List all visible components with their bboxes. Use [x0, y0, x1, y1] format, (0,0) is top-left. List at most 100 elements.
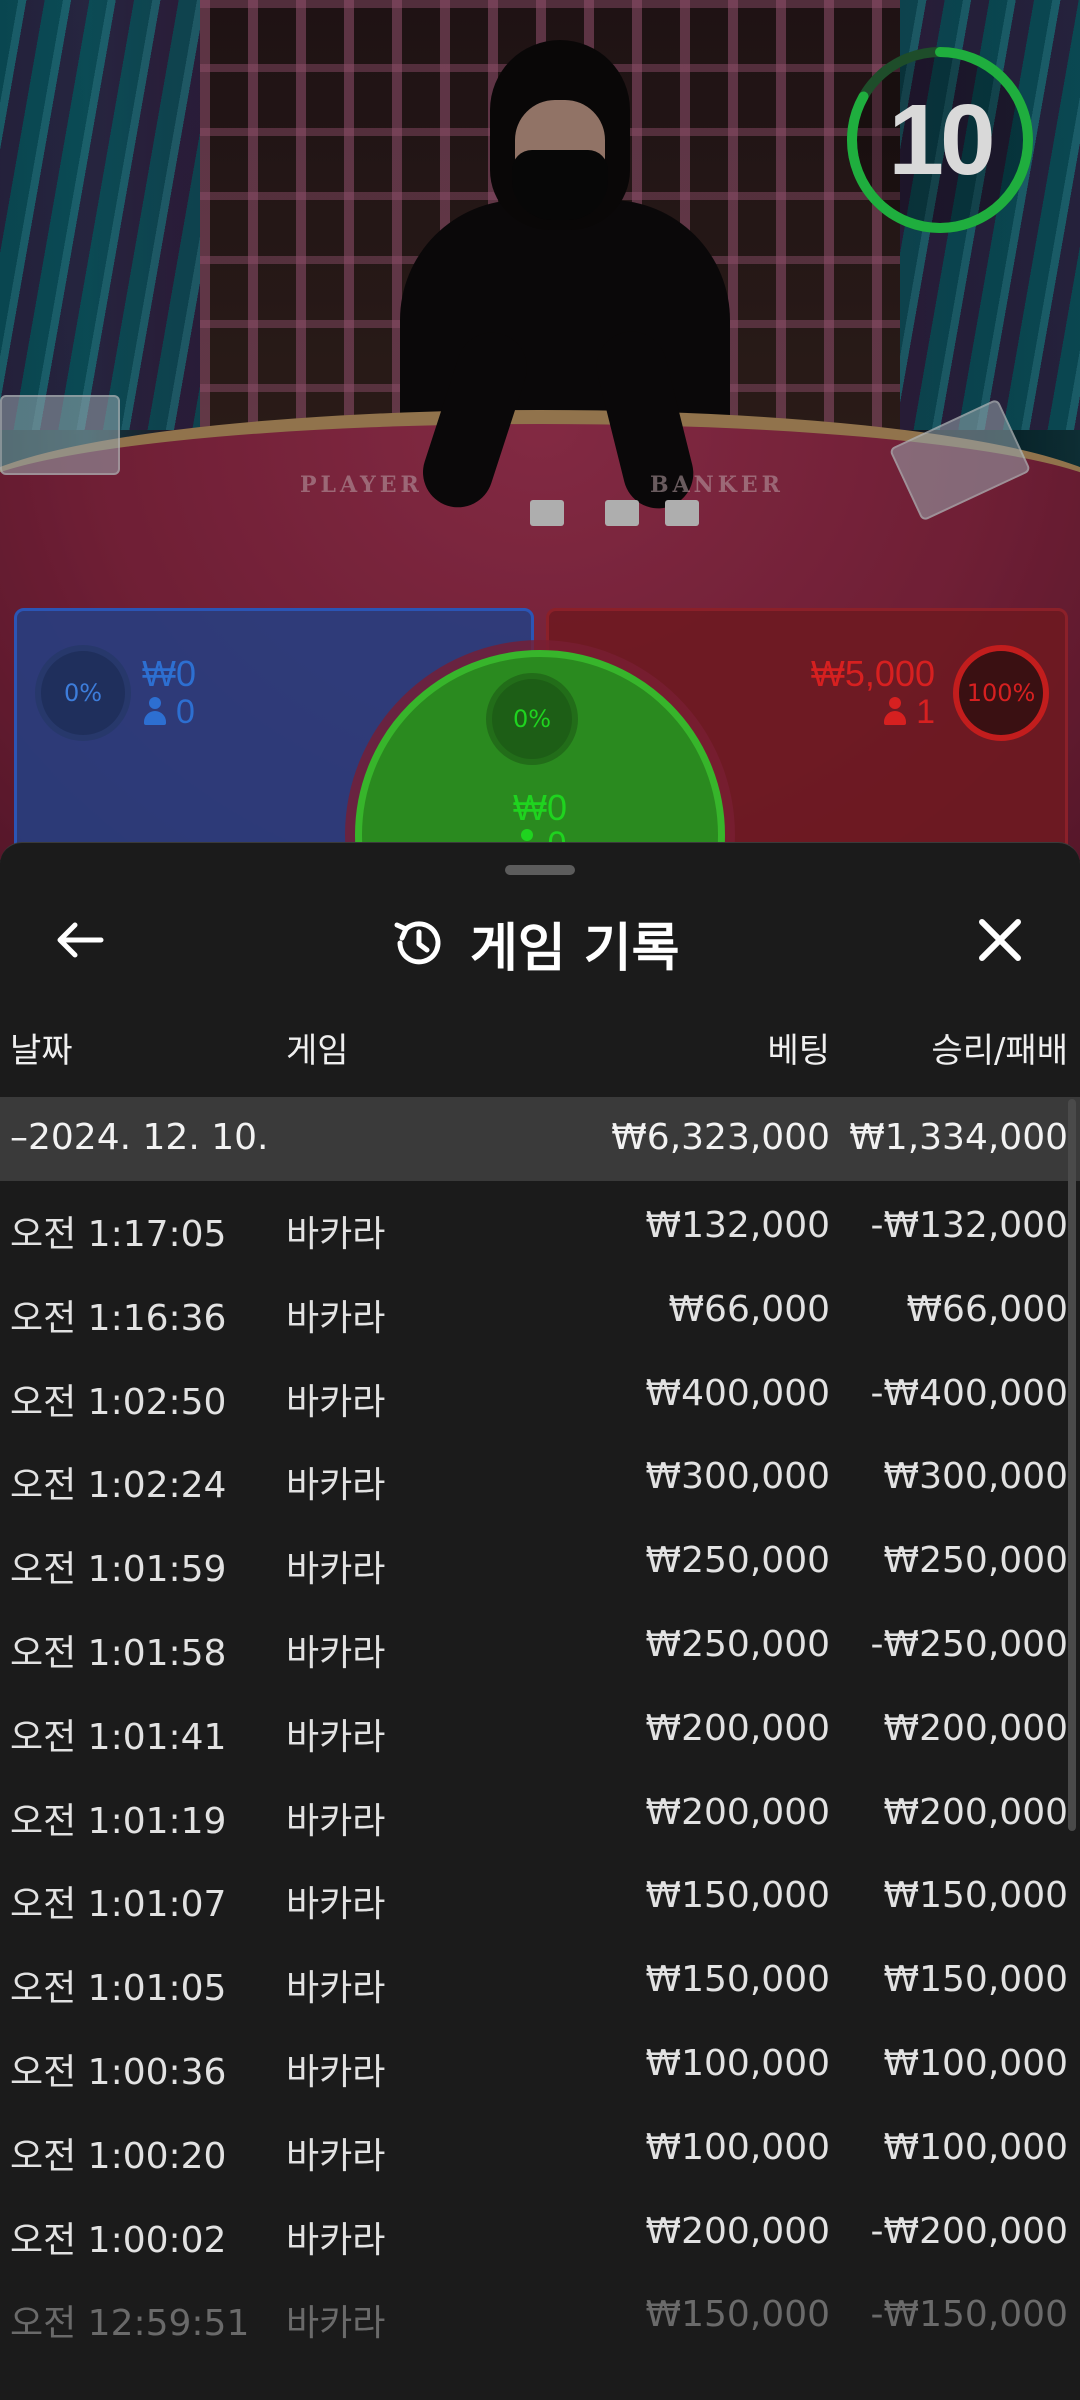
close-button[interactable]	[960, 905, 1040, 975]
row-winloss: ₩250,000	[883, 1540, 1068, 1582]
sheet-title: 게임 기록	[470, 918, 680, 979]
row-game: 바카라	[286, 2135, 386, 2177]
row-time: 오전 1:01:07	[10, 1884, 227, 1926]
row-time: 오전 1:00:02	[10, 2219, 227, 2261]
close-x-icon	[979, 919, 1021, 961]
history-row[interactable]: 오전 1:01:58 바카라 ₩250,000 -₩250,000	[0, 1600, 1080, 1684]
person-icon	[882, 697, 908, 727]
row-time: 오전 1:00:20	[10, 2135, 227, 2177]
player-bet-amount: ₩0	[142, 653, 196, 694]
history-row[interactable]: 오전 1:01:59 바카라 ₩250,000 ₩250,000	[0, 1516, 1080, 1600]
history-row[interactable]: 오전 1:01:07 바카라 ₩150,000 ₩150,000	[0, 1851, 1080, 1935]
row-time: 오전 12:59:51	[10, 2303, 250, 2345]
row-winloss: ₩66,000	[906, 1288, 1068, 1330]
row-game: 바카라	[286, 1465, 386, 1507]
row-winloss: -₩400,000	[870, 1372, 1068, 1414]
row-game: 바카라	[286, 1716, 386, 1758]
history-row[interactable]: 오전 1:16:36 바카라 ₩66,000 ₩66,000	[0, 1265, 1080, 1349]
history-row[interactable]: 오전 1:17:05 바카라 ₩132,000 -₩132,000	[0, 1181, 1080, 1265]
tie-percent-ring: 0%	[486, 673, 578, 765]
player-percent-ring: 0%	[35, 645, 131, 741]
row-winloss: ₩200,000	[883, 1791, 1068, 1833]
banker-percent: 100%	[966, 679, 1036, 707]
column-header-date: 날짜	[10, 1031, 73, 1071]
row-game: 바카라	[286, 1632, 386, 1674]
row-bet: ₩100,000	[645, 2042, 830, 2084]
back-button[interactable]	[40, 905, 120, 975]
table-header: 날짜 게임 베팅 승리/패배	[0, 1023, 1080, 1073]
column-header-game: 게임	[286, 1031, 349, 1071]
tie-percent: 0%	[512, 705, 552, 733]
column-header-winloss: 승리/패배	[931, 1031, 1068, 1071]
person-icon	[142, 697, 168, 727]
history-row[interactable]: 오전 1:01:05 바카라 ₩150,000 ₩150,000	[0, 1935, 1080, 2019]
history-list: 오전 1:17:05 바카라 ₩132,000 -₩132,000 오전 1:16:3…	[0, 1181, 1080, 2354]
history-row[interactable]: 오전 1:01:41 바카라 ₩200,000 ₩200,000	[0, 1684, 1080, 1768]
banker-count-value: 1	[916, 693, 935, 731]
row-winloss: ₩200,000	[883, 1707, 1068, 1749]
row-time: 오전 1:16:36	[10, 1297, 227, 1339]
countdown-timer: 10	[842, 42, 1038, 238]
game-history-sheet: 게임 기록 날짜 게임 베팅 승리/패배 –2024. 12. 10. ₩6,3…	[0, 842, 1080, 2400]
tie-bet-amount: ₩0	[513, 787, 567, 828]
history-row[interactable]: 오전 12:59:51 바카라 ₩150,000 -₩150,000	[0, 2270, 1080, 2354]
row-game: 바카라	[286, 1381, 386, 1423]
banker-bet-amount: ₩5,000	[810, 653, 935, 694]
history-row[interactable]: 오전 1:02:24 바카라 ₩300,000 ₩300,000	[0, 1432, 1080, 1516]
history-clock-icon	[394, 921, 441, 965]
row-bet: ₩250,000	[645, 1540, 830, 1582]
row-winloss: ₩100,000	[883, 2126, 1068, 2168]
row-game: 바카라	[286, 1549, 386, 1591]
player-bettor-count: 0	[142, 693, 195, 732]
sheet-title-group: 게임 기록	[390, 913, 679, 979]
history-row[interactable]: 오전 1:00:20 바카라 ₩100,000 ₩100,000	[0, 2103, 1080, 2187]
row-bet: ₩100,000	[645, 2126, 830, 2168]
row-time: 오전 1:17:05	[10, 1214, 227, 1255]
row-time: 오전 1:00:36	[10, 2051, 227, 2093]
date-group-row[interactable]: –2024. 12. 10. ₩6,323,000 ₩1,334,000	[0, 1097, 1080, 1181]
row-game: 바카라	[286, 1968, 386, 2010]
player-percent: 0%	[63, 679, 103, 707]
row-time: 오전 1:02:24	[10, 1465, 227, 1507]
history-row[interactable]: 오전 1:01:19 바카라 ₩200,000 ₩200,000	[0, 1768, 1080, 1852]
row-winloss: ₩100,000	[883, 2042, 1068, 2084]
row-winloss: ₩150,000	[883, 1959, 1068, 2001]
row-time: 오전 1:01:19	[10, 1800, 227, 1842]
group-total-winloss: ₩1,334,000	[849, 1117, 1068, 1158]
row-bet: ₩66,000	[668, 1288, 830, 1330]
row-game: 바카라	[286, 2303, 386, 2345]
row-bet: ₩150,000	[645, 2294, 830, 2336]
banker-percent-ring: 100%	[953, 645, 1049, 741]
row-bet: ₩300,000	[645, 1456, 830, 1498]
history-scrollbar[interactable]	[1068, 1099, 1076, 1831]
row-winloss: -₩200,000	[870, 2210, 1068, 2252]
column-header-bet: 베팅	[767, 1031, 830, 1071]
row-game: 바카라	[286, 1297, 386, 1339]
player-count-value: 0	[176, 693, 195, 731]
row-time: 오전 1:02:50	[10, 1381, 227, 1423]
row-time: 오전 1:01:05	[10, 1968, 227, 2010]
history-row[interactable]: 오전 1:02:50 바카라 ₩400,000 -₩400,000	[0, 1349, 1080, 1433]
arrow-left-icon	[57, 922, 104, 958]
row-winloss: -₩150,000	[870, 2294, 1068, 2336]
sheet-drag-handle[interactable]	[505, 865, 575, 875]
row-game: 바카라	[286, 2051, 386, 2093]
row-bet: ₩132,000	[645, 1205, 830, 1246]
group-total-bet: ₩6,323,000	[611, 1117, 830, 1158]
row-winloss: -₩132,000	[870, 1205, 1068, 1246]
sheet-header: 게임 기록	[0, 883, 1080, 993]
row-game: 바카라	[286, 2219, 386, 2261]
timer-seconds: 10	[888, 83, 995, 196]
row-bet: ₩200,000	[645, 2210, 830, 2252]
row-bet: ₩250,000	[645, 1623, 830, 1665]
row-bet: ₩150,000	[645, 1875, 830, 1917]
banker-bettor-count: 1	[882, 693, 935, 732]
row-bet: ₩200,000	[645, 1791, 830, 1833]
row-time: 오전 1:01:59	[10, 1549, 227, 1591]
row-winloss: ₩300,000	[883, 1456, 1068, 1498]
history-row[interactable]: 오전 1:00:02 바카라 ₩200,000 -₩200,000	[0, 2187, 1080, 2271]
row-game: 바카라	[286, 1800, 386, 1842]
row-game: 바카라	[286, 1884, 386, 1926]
row-time: 오전 1:01:41	[10, 1716, 227, 1758]
history-row[interactable]: 오전 1:00:36 바카라 ₩100,000 ₩100,000	[0, 2019, 1080, 2103]
